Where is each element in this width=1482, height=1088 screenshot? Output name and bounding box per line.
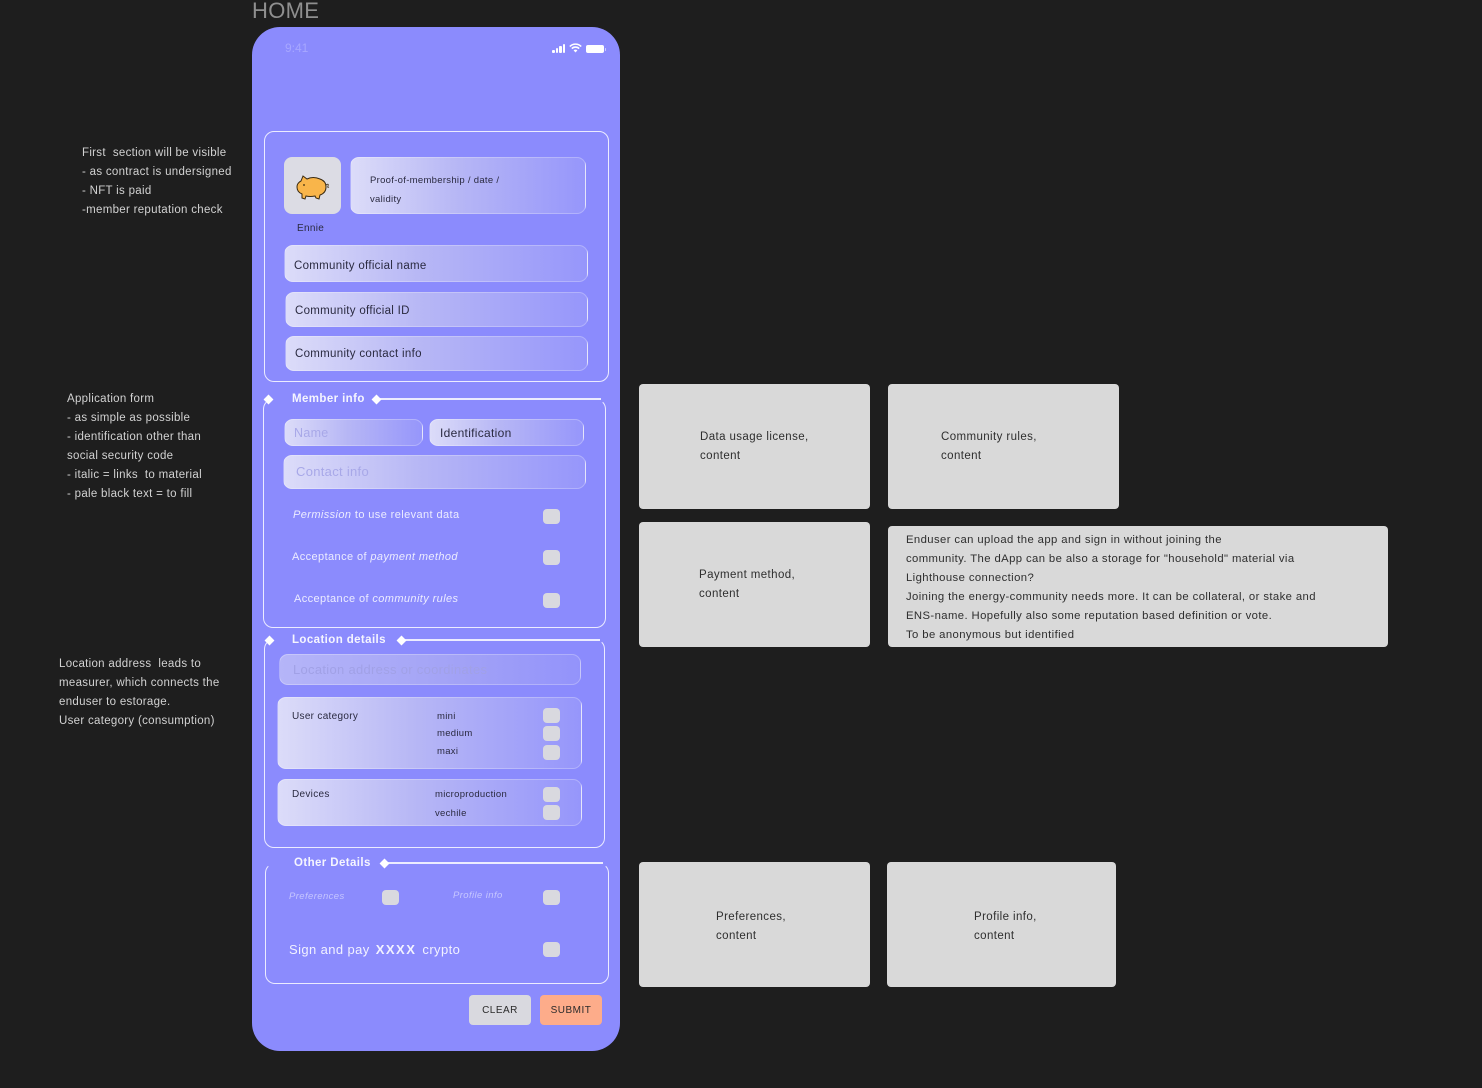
preferences-checkbox[interactable] xyxy=(382,890,399,905)
community-rules-text: Community rules, content xyxy=(941,431,1037,462)
medium-checkbox[interactable] xyxy=(543,726,560,741)
frame-title: HOME xyxy=(252,0,320,23)
payment-method-row: Acceptance of payment method xyxy=(292,551,458,563)
sign-and-pay-row: Sign and pay XXXX crypto xyxy=(289,942,460,957)
submit-button[interactable]: SUBMIT xyxy=(540,995,602,1025)
sign-prefix: Sign and pay xyxy=(289,942,370,957)
devices-group: Devices microproduction vechile xyxy=(277,779,582,826)
contact-info-placeholder: Contact info xyxy=(296,464,369,479)
option-microproduction-label: microproduction xyxy=(435,789,508,800)
other-details-section xyxy=(265,863,609,984)
avatar-name: Ennie xyxy=(297,223,325,234)
identification-input[interactable]: Identification xyxy=(429,419,584,446)
location-address-input[interactable]: Location address or coordinates xyxy=(279,654,581,685)
community-rules-checkbox[interactable] xyxy=(543,593,560,608)
sign-and-pay-checkbox[interactable] xyxy=(543,942,560,957)
name-input[interactable]: Name xyxy=(284,419,423,446)
rules-plain-text: Acceptance of xyxy=(294,593,373,605)
data-usage-card: Data usage license, content xyxy=(639,384,870,509)
payment-plain-text: Acceptance of xyxy=(292,551,371,563)
profile-info-checkbox[interactable] xyxy=(543,890,560,905)
location-address-placeholder: Location address or coordinates xyxy=(293,662,488,677)
permission-rest-text: to use relevant data xyxy=(351,509,460,521)
payment-method-card: Payment method, content xyxy=(639,522,870,647)
community-contact-info-field[interactable]: Community contact info xyxy=(285,336,588,371)
payment-method-checkbox[interactable] xyxy=(543,550,560,565)
contact-info-input[interactable]: Contact info xyxy=(283,455,586,489)
other-details-title: Other Details xyxy=(294,857,371,869)
permission-link-text[interactable]: Permission xyxy=(293,509,351,521)
user-category-group: User category mini medium maxi xyxy=(277,697,582,769)
profile-info-link[interactable]: Profile info xyxy=(453,890,503,901)
data-usage-text: Data usage license, content xyxy=(700,431,809,462)
option-maxi-label: maxi xyxy=(437,746,459,757)
avatar[interactable] xyxy=(284,157,341,214)
enduser-note-card: Enduser can upload the app and sign in w… xyxy=(888,526,1388,647)
status-time: 9:41 xyxy=(285,41,309,55)
name-placeholder: Name xyxy=(294,426,329,440)
battery-icon xyxy=(586,45,606,53)
cellular-signal-icon xyxy=(552,44,565,53)
preferences-card: Preferences, content xyxy=(639,862,870,987)
option-vechile-label: vechile xyxy=(435,808,467,819)
user-category-label: User category xyxy=(292,711,359,722)
diamond-icon xyxy=(264,635,275,645)
community-official-name-field[interactable]: Community official name xyxy=(284,245,588,282)
note-location: Location address leads to measurer, whic… xyxy=(59,658,220,727)
diamond-icon xyxy=(379,858,390,868)
proof-line-2: validity xyxy=(370,194,402,205)
community-official-id-field[interactable]: Community official ID xyxy=(285,292,588,327)
community-official-name-label: Community official name xyxy=(294,260,427,272)
note-first-section: First section will be visible - as contr… xyxy=(82,147,232,216)
wifi-icon xyxy=(569,43,582,53)
proof-line-1: Proof-of-membership / date / xyxy=(370,175,500,186)
community-contact-info-label: Community contact info xyxy=(295,348,422,360)
option-mini-label: mini xyxy=(437,711,456,722)
clear-button[interactable]: CLEAR xyxy=(469,995,531,1025)
mini-checkbox[interactable] xyxy=(543,708,560,723)
preferences-link[interactable]: Preferences xyxy=(289,891,345,902)
member-info-title: Member info xyxy=(292,393,365,405)
status-icons xyxy=(552,43,606,53)
preferences-text: Preferences, content xyxy=(716,911,786,942)
payment-method-text: Payment method, content xyxy=(699,569,796,600)
member-info-header: Member info xyxy=(263,392,607,406)
option-medium-label: medium xyxy=(437,728,473,739)
permission-checkbox[interactable] xyxy=(543,509,560,524)
diamond-icon xyxy=(263,394,274,404)
location-details-header: Location details xyxy=(264,633,606,647)
pig-icon xyxy=(295,174,329,200)
location-details-title: Location details xyxy=(292,634,386,646)
sign-amount: XXXX xyxy=(375,942,417,957)
profile-info-card: Profile info, content xyxy=(887,862,1116,987)
sign-suffix: crypto xyxy=(422,942,461,957)
community-official-id-label: Community official ID xyxy=(295,305,410,317)
diamond-icon xyxy=(396,635,407,645)
maxi-checkbox[interactable] xyxy=(543,745,560,760)
profile-info-text: Profile info, content xyxy=(974,911,1037,942)
community-rules-link[interactable]: community rules xyxy=(372,593,458,605)
devices-label: Devices xyxy=(292,789,330,800)
payment-method-link[interactable]: payment method xyxy=(370,551,458,563)
vechile-checkbox[interactable] xyxy=(543,805,560,820)
diamond-icon xyxy=(371,394,382,404)
note-application-form: Application form - as simple as possible… xyxy=(67,393,202,500)
community-rules-row: Acceptance of community rules xyxy=(294,593,458,605)
community-rules-card: Community rules, content xyxy=(888,384,1119,509)
permission-data-link[interactable]: Permission to use relevant data xyxy=(293,509,459,521)
enduser-note-text: Enduser can upload the app and sign in w… xyxy=(906,534,1316,641)
microproduction-checkbox[interactable] xyxy=(543,787,560,802)
phone-screen: 9:41 Ennie Proof-of-membership / date / … xyxy=(252,27,620,1051)
other-details-header: Other Details xyxy=(267,856,609,870)
identification-value: Identification xyxy=(440,426,512,440)
proof-of-membership-field: Proof-of-membership / date / validity xyxy=(350,157,586,214)
